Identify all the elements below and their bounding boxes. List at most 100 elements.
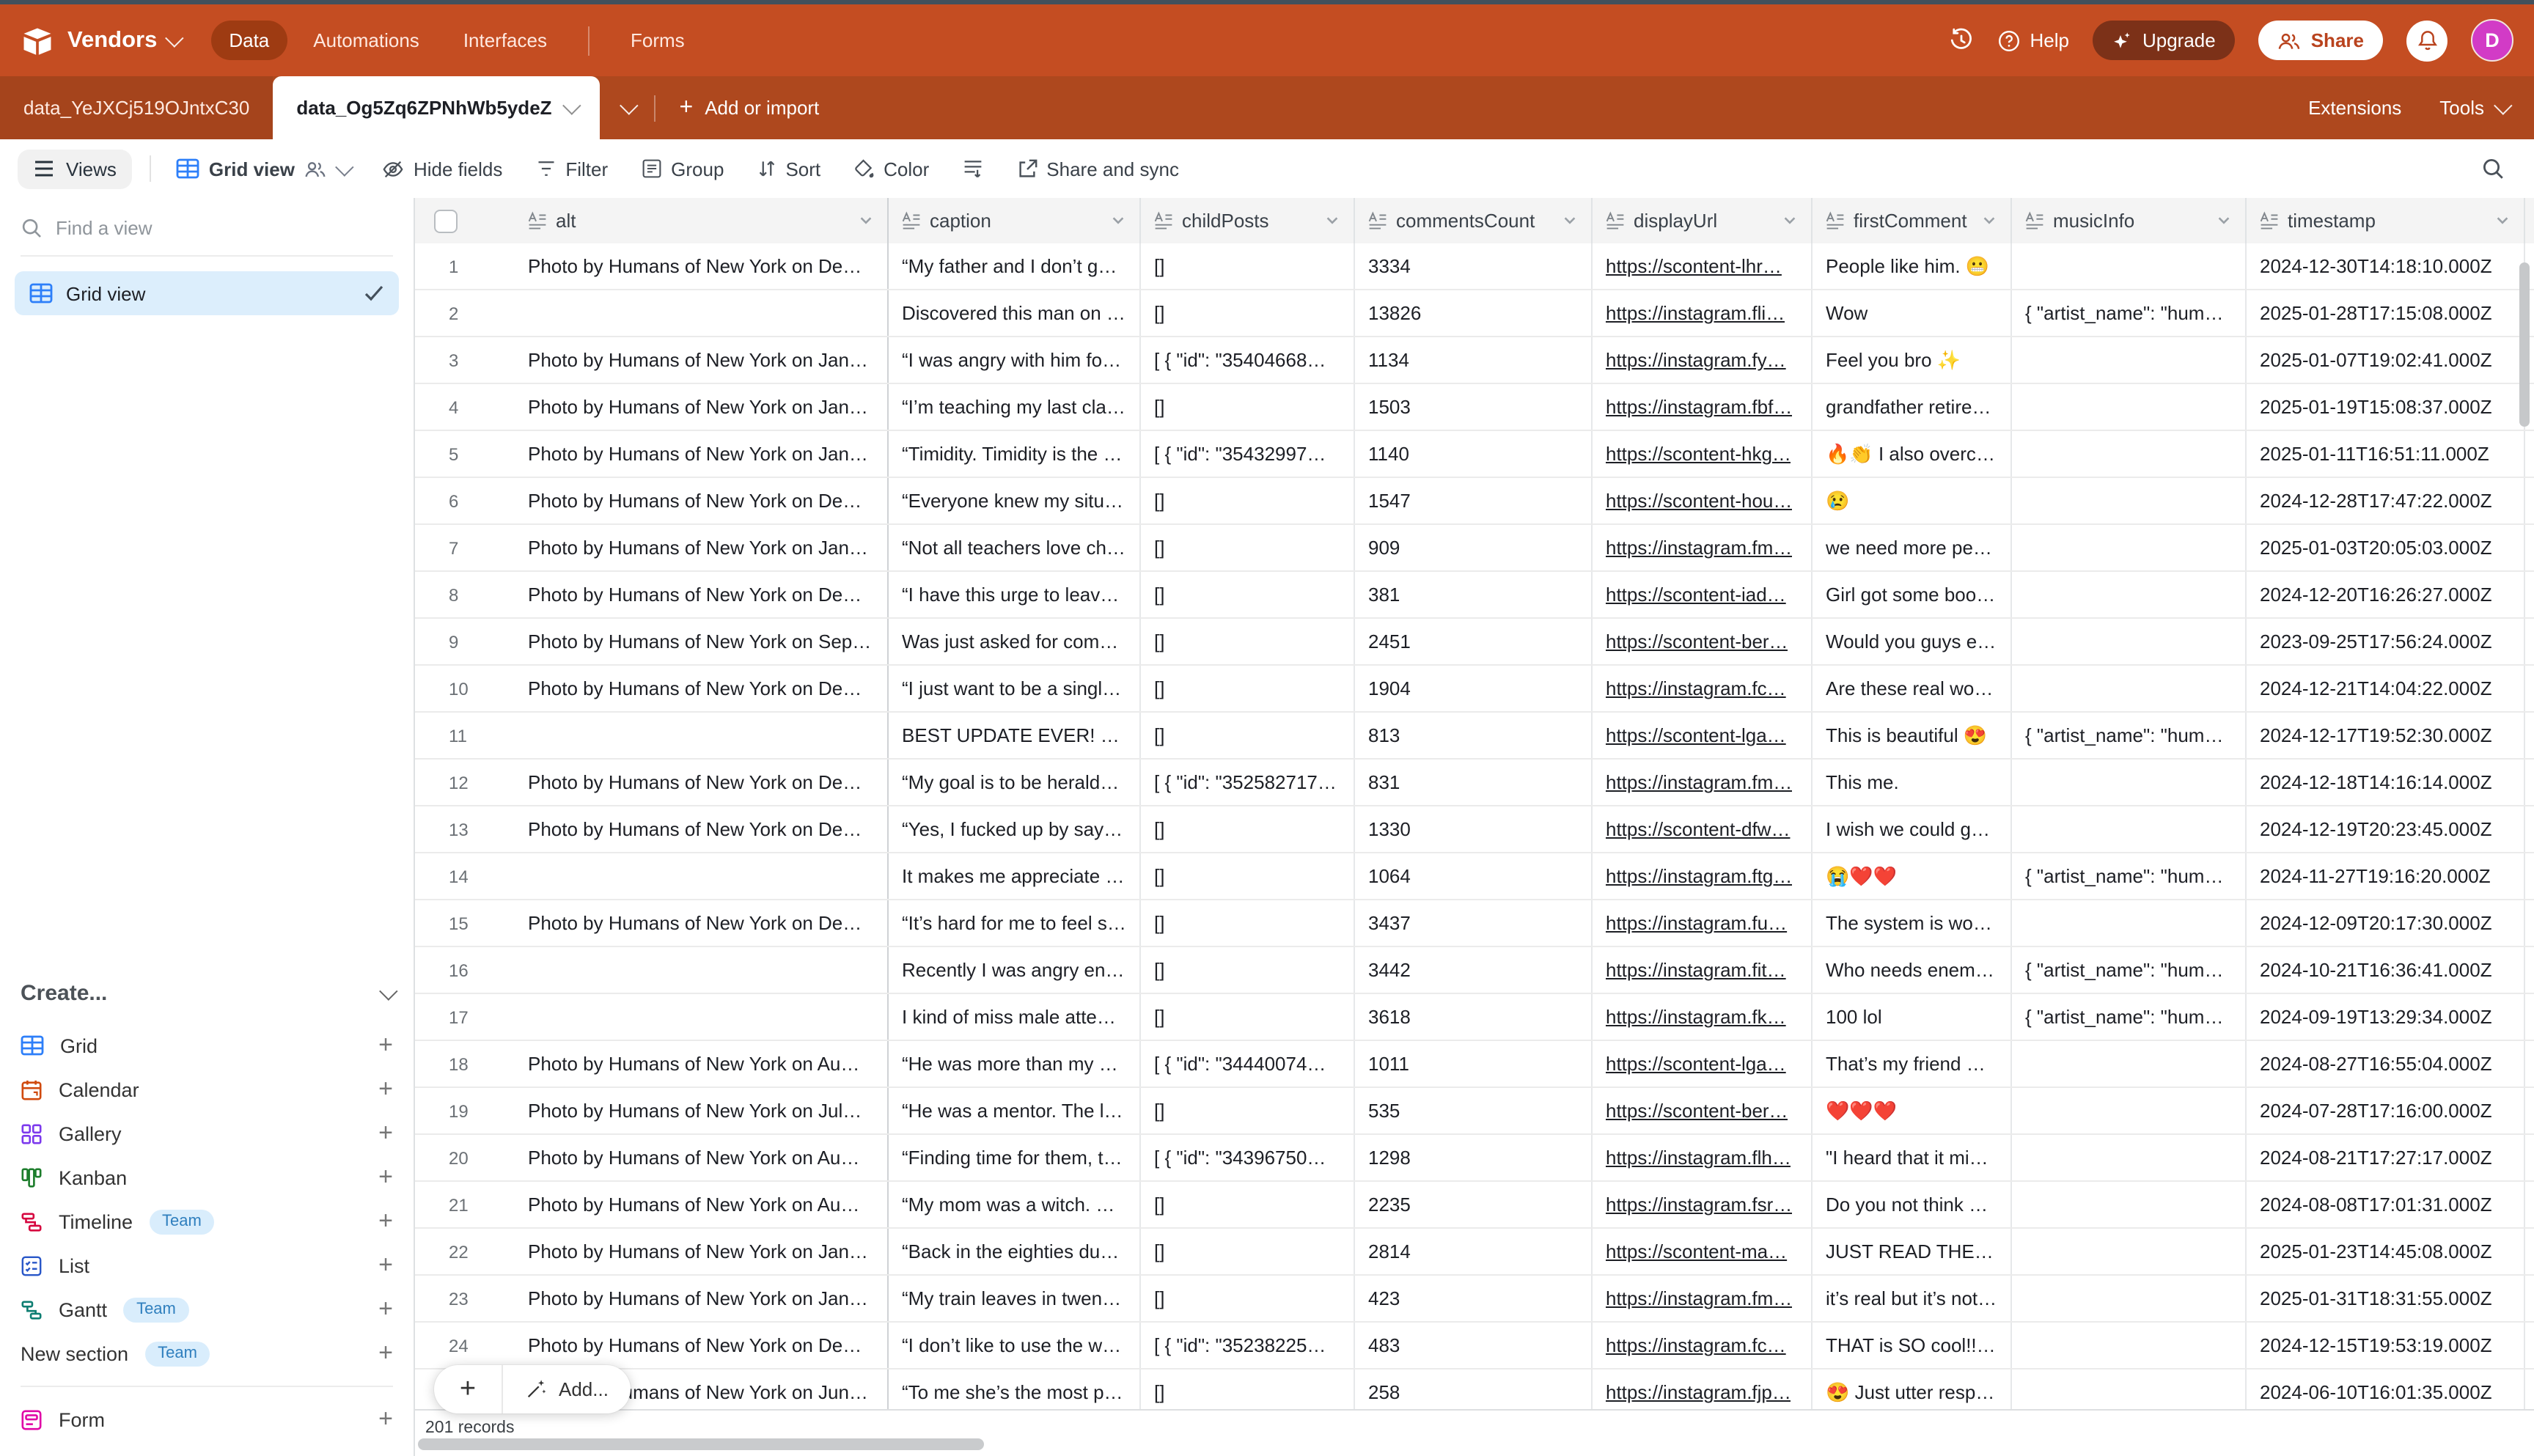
cell-alt[interactable]: Photo by Humans of New York on Au… xyxy=(515,1135,889,1180)
cell-musicInfo[interactable] xyxy=(2012,900,2247,946)
cell-commentsCount[interactable]: 1298 xyxy=(1355,1135,1593,1180)
cell-displayUrl[interactable]: https://instagram.fc… xyxy=(1593,1323,1813,1368)
cell-caption[interactable]: I kind of miss male attenti… xyxy=(889,994,1141,1040)
color-button[interactable]: Color xyxy=(845,150,936,187)
cell-childPosts[interactable]: [ { "id": "34396750… xyxy=(1141,1135,1355,1180)
share-button[interactable]: Share xyxy=(2258,21,2383,60)
cell-commentsCount[interactable]: 258 xyxy=(1355,1369,1593,1411)
add-with-ai-button[interactable]: Add... xyxy=(503,1378,631,1400)
cell-displayUrl[interactable]: https://scontent-ma… xyxy=(1593,1229,1813,1274)
create-section-header[interactable]: Create... xyxy=(21,981,393,1006)
plus-icon[interactable]: + xyxy=(378,1207,393,1236)
plus-icon[interactable]: + xyxy=(378,1163,393,1192)
cell-timestamp[interactable]: 2024-12-30T14:18:10.000Z xyxy=(2247,243,2525,289)
cell-childPosts[interactable]: [] xyxy=(1141,1276,1355,1321)
cell-commentsCount[interactable]: 2814 xyxy=(1355,1229,1593,1274)
cell-musicInfo[interactable] xyxy=(2012,1088,2247,1133)
cell-firstComment[interactable]: Wow xyxy=(1813,290,2012,336)
cell-commentsCount[interactable]: 1330 xyxy=(1355,806,1593,852)
cell-alt[interactable]: Photo by Humans of New York on De… xyxy=(515,243,889,289)
cell-displayUrl[interactable]: https://scontent-dfw… xyxy=(1593,806,1813,852)
cell-childPosts[interactable]: [ { "id": "35432997… xyxy=(1141,431,1355,477)
hide-fields-button[interactable]: Hide fields xyxy=(374,150,510,187)
cell-firstComment[interactable]: Would you guys e… xyxy=(1813,619,2012,664)
cell-timestamp[interactable]: 2024-12-18T14:16:14.000Z xyxy=(2247,760,2525,805)
cell-timestamp[interactable]: 2025-01-11T16:51:11.000Z xyxy=(2247,431,2525,477)
chevron-down-icon[interactable] xyxy=(1981,213,1997,229)
cell-commentsCount[interactable]: 3437 xyxy=(1355,900,1593,946)
cell-childPosts[interactable]: [] xyxy=(1141,1229,1355,1274)
sidebar-create-item-grid[interactable]: Grid+ xyxy=(21,1023,393,1067)
cell-firstComment[interactable]: Who needs enemi… xyxy=(1813,947,2012,993)
plus-icon[interactable]: + xyxy=(378,1119,393,1148)
cell-timestamp[interactable]: 2024-11-27T19:16:20.000Z xyxy=(2247,853,2525,899)
cell-displayUrl[interactable]: https://instagram.fli… xyxy=(1593,290,1813,336)
cell-commentsCount[interactable]: 1547 xyxy=(1355,478,1593,523)
cell-musicInfo[interactable] xyxy=(2012,431,2247,477)
sidebar-create-item-form[interactable]: Form+ xyxy=(21,1397,393,1441)
cell-displayUrl[interactable]: https://scontent-lga… xyxy=(1593,1041,1813,1087)
cell-musicInfo[interactable] xyxy=(2012,1323,2247,1368)
cell-musicInfo[interactable] xyxy=(2012,1369,2247,1411)
cell-musicInfo[interactable]: { "artist_name": "huma… xyxy=(2012,713,2247,758)
cell-childPosts[interactable]: [] xyxy=(1141,806,1355,852)
column-header-commentsCount[interactable]: commentsCount xyxy=(1355,198,1593,243)
cell-commentsCount[interactable]: 3442 xyxy=(1355,947,1593,993)
plus-icon[interactable]: + xyxy=(378,1405,393,1434)
cell-timestamp[interactable]: 2024-12-20T16:26:27.000Z xyxy=(2247,572,2525,617)
cell-firstComment[interactable]: I wish we could ge… xyxy=(1813,806,2012,852)
cell-commentsCount[interactable]: 13826 xyxy=(1355,290,1593,336)
cell-caption[interactable]: “I just want to be a single … xyxy=(889,666,1141,711)
cell-timestamp[interactable]: 2024-12-28T17:47:22.000Z xyxy=(2247,478,2525,523)
cell-caption[interactable]: “It’s hard for me to feel sa… xyxy=(889,900,1141,946)
sort-button[interactable]: Sort xyxy=(749,150,828,187)
cell-displayUrl[interactable]: https://instagram.fm… xyxy=(1593,1276,1813,1321)
cell-musicInfo[interactable]: { "artist_name": "huma… xyxy=(2012,947,2247,993)
cell-alt[interactable]: Photo by Humans of New York on De… xyxy=(515,478,889,523)
cell-firstComment[interactable]: THAT is SO cool!!!… xyxy=(1813,1323,2012,1368)
table-tab-1[interactable]: data_YeJXCj519OJntxC30 xyxy=(0,76,273,139)
cell-commentsCount[interactable]: 1503 xyxy=(1355,384,1593,430)
sidebar-create-item-new-section[interactable]: New sectionTeam+ xyxy=(21,1331,393,1375)
cell-musicInfo[interactable] xyxy=(2012,384,2247,430)
chevron-down-icon[interactable] xyxy=(2494,213,2511,229)
cell-musicInfo[interactable] xyxy=(2012,1135,2247,1180)
cell-musicInfo[interactable] xyxy=(2012,525,2247,570)
cell-commentsCount[interactable]: 483 xyxy=(1355,1323,1593,1368)
cell-displayUrl[interactable]: https://instagram.fm… xyxy=(1593,760,1813,805)
cell-displayUrl[interactable]: https://instagram.fbf… xyxy=(1593,384,1813,430)
cell-alt[interactable]: Photo by Humans of New York on Jan… xyxy=(515,1276,889,1321)
cell-childPosts[interactable]: [] xyxy=(1141,572,1355,617)
cell-commentsCount[interactable]: 535 xyxy=(1355,1088,1593,1133)
cell-alt[interactable]: Photo by Humans of New York on Au… xyxy=(515,1041,889,1087)
cell-displayUrl[interactable]: https://scontent-ber… xyxy=(1593,1088,1813,1133)
table-tab-2-active[interactable]: data_Og5Zq6ZPNhWb5ydeZ xyxy=(273,76,600,139)
cell-firstComment[interactable]: Feel you bro ✨ xyxy=(1813,337,2012,383)
cell-timestamp[interactable]: 2023-09-25T17:56:24.000Z xyxy=(2247,619,2525,664)
cell-alt[interactable]: Photo by Humans of New York on Jan… xyxy=(515,384,889,430)
cell-caption[interactable]: “My train leaves in twenty… xyxy=(889,1276,1141,1321)
sidebar-view-grid-view[interactable]: Grid view xyxy=(15,271,399,315)
cell-timestamp[interactable]: 2024-08-27T16:55:04.000Z xyxy=(2247,1041,2525,1087)
search-button[interactable] xyxy=(2481,157,2516,180)
cell-childPosts[interactable]: [] xyxy=(1141,947,1355,993)
cell-caption[interactable]: “My goal is to be heralde… xyxy=(889,760,1141,805)
cell-caption[interactable]: “He was more than my br… xyxy=(889,1041,1141,1087)
plus-icon[interactable]: + xyxy=(378,1075,393,1104)
cell-commentsCount[interactable]: 381 xyxy=(1355,572,1593,617)
cell-musicInfo[interactable] xyxy=(2012,337,2247,383)
cell-musicInfo[interactable] xyxy=(2012,760,2247,805)
views-toggle-button[interactable]: Views xyxy=(18,149,133,188)
cell-commentsCount[interactable]: 813 xyxy=(1355,713,1593,758)
cell-caption[interactable]: “Back in the eighties dun… xyxy=(889,1229,1141,1274)
plus-icon[interactable]: + xyxy=(378,1295,393,1324)
cell-caption[interactable]: “I was angry with him for … xyxy=(889,337,1141,383)
airtable-logo-icon[interactable] xyxy=(21,26,54,55)
cell-timestamp[interactable]: 2025-01-28T17:15:08.000Z xyxy=(2247,290,2525,336)
tab-list-expander[interactable] xyxy=(601,76,655,139)
cell-childPosts[interactable]: [] xyxy=(1141,713,1355,758)
cell-caption[interactable]: “Not all teachers love chil… xyxy=(889,525,1141,570)
sidebar-create-item-kanban[interactable]: Kanban+ xyxy=(21,1155,393,1199)
cell-alt[interactable] xyxy=(515,994,889,1040)
sidebar-create-item-calendar[interactable]: Calendar+ xyxy=(21,1067,393,1111)
